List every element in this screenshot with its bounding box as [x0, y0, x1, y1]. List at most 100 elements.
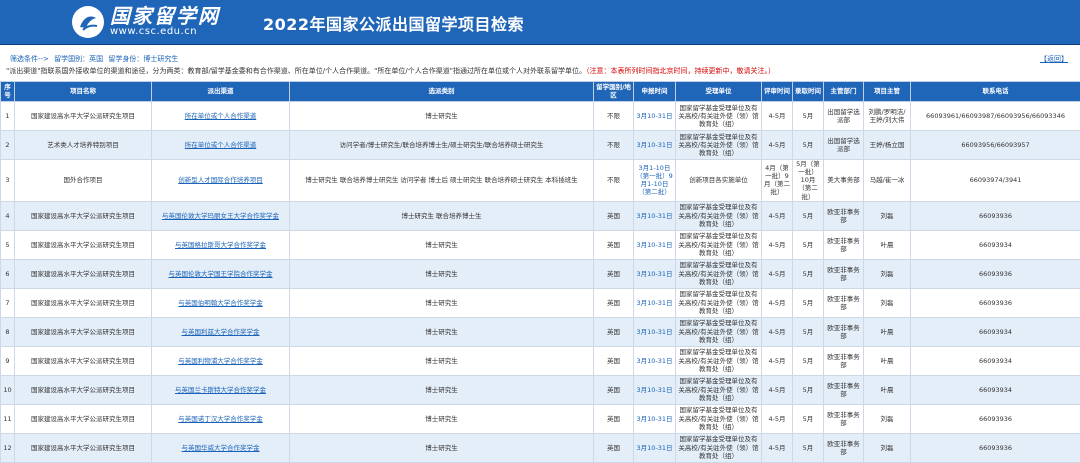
- cell-dept: 欧亚非事务部: [824, 230, 864, 259]
- cell-country: 英国: [594, 375, 634, 404]
- col-review-time: 评审时间: [762, 82, 793, 102]
- cell-manager: 刘磊: [864, 288, 911, 317]
- cell-phone: 66093974/3941: [911, 160, 1080, 202]
- cell-manager: 刘磊: [864, 433, 911, 462]
- col-phone: 联系电话: [911, 82, 1080, 102]
- cell-accept-unit: 创新项目各实施单位: [676, 160, 762, 202]
- col-dept: 主管部门: [824, 82, 864, 102]
- cell-channel-link[interactable]: 与英国格拉斯哥大学合作奖学金: [152, 230, 290, 259]
- col-manager: 项目主管: [864, 82, 911, 102]
- cell-phone: 66093961/66093987/66093956/66093346: [911, 102, 1080, 131]
- cell-dept: 欧亚非事务部: [824, 288, 864, 317]
- table-row: 12国家建设高水平大学公派研究生项目与英国华威大学合作奖学金博士研究生英国3月1…: [1, 433, 1080, 462]
- cell-admit-time: 5月: [793, 259, 824, 288]
- cell-apply-time: 3月10-31日: [634, 259, 676, 288]
- cell-country: 英国: [594, 346, 634, 375]
- cell-row-no: 9: [1, 346, 15, 375]
- cell-phone: 66093934: [911, 317, 1080, 346]
- cell-accept-unit: 国家留学基金受理单位及有关高校/有关驻外使（领）馆教育处（组）: [676, 346, 762, 375]
- cell-dept: 欧亚非事务部: [824, 201, 864, 230]
- cell-review-time: 4-5月: [762, 375, 793, 404]
- note-warning: （注意：本表所列时间指北京时间，持续更新中，敬请关注。）: [586, 67, 775, 75]
- cell-project-name: 艺术类人才培养特别项目: [15, 131, 152, 160]
- cell-manager: 叶晨: [864, 317, 911, 346]
- table-row: 5国家建设高水平大学公派研究生项目与英国格拉斯哥大学合作奖学金博士研究生英国3月…: [1, 230, 1080, 259]
- cell-review-time: 4-5月: [762, 102, 793, 131]
- cell-admit-time: 5月: [793, 346, 824, 375]
- cell-manager: 叶晨: [864, 230, 911, 259]
- cell-channel-link[interactable]: 与英国华威大学合作奖学金: [152, 433, 290, 462]
- cell-channel-link[interactable]: 与英国伦敦大学玛丽女王大学合作奖学金: [152, 201, 290, 230]
- logo-url: www.csc.edu.cn: [110, 27, 220, 38]
- cell-review-time: 4-5月: [762, 259, 793, 288]
- cell-project-name: 国家建设高水平大学公派研究生项目: [15, 201, 152, 230]
- cell-admit-time: 5月: [793, 201, 824, 230]
- cell-phone: 66093936: [911, 288, 1080, 317]
- cell-country: 不限: [594, 160, 634, 202]
- back-link[interactable]: 【返回】: [1040, 54, 1068, 64]
- cell-channel-link[interactable]: 与英国伯明翰大学合作奖学金: [152, 288, 290, 317]
- cell-apply-time: 3月10-31日: [634, 288, 676, 317]
- cell-project-name: 国家建设高水平大学公派研究生项目: [15, 375, 152, 404]
- cell-country: 英国: [594, 288, 634, 317]
- cell-channel-link[interactable]: 与英国利物浦大学合作奖学金: [152, 346, 290, 375]
- cell-project-name: 国家建设高水平大学公派研究生项目: [15, 433, 152, 462]
- cell-dept: 欧亚非事务部: [824, 259, 864, 288]
- cell-category: 博士研究生 联合培养博士研究生 访问学者 博士后 硕士研究生 联合培养硕士研究生…: [290, 160, 594, 202]
- cell-admit-time: 5月（第一批）10月（第二批）: [793, 160, 824, 202]
- cell-country: 英国: [594, 433, 634, 462]
- cell-phone: 66093934: [911, 346, 1080, 375]
- cell-row-no: 5: [1, 230, 15, 259]
- site-header: 国家留学网 www.csc.edu.cn 2022年国家公派出国留学项目检索: [0, 0, 1080, 45]
- results-table: 序号 项目名称 派出渠道 选派类别 留学国别/地区 申报时间 受理单位 评审时间…: [0, 81, 1080, 463]
- cell-row-no: 2: [1, 131, 15, 160]
- cell-phone: 66093936: [911, 201, 1080, 230]
- cell-channel-link[interactable]: 创新型人才国际合作培养项目: [152, 160, 290, 202]
- cell-country: 英国: [594, 201, 634, 230]
- cell-phone: 66093936: [911, 404, 1080, 433]
- cell-dept: 欧亚非事务部: [824, 404, 864, 433]
- cell-apply-time: 3月10-31日: [634, 102, 676, 131]
- filter-breadcrumb: 筛选条件--> 留学国别：英国 留学身份：博士研究生: [10, 54, 181, 64]
- cell-category: 博士研究生: [290, 404, 594, 433]
- cell-category: 博士研究生: [290, 288, 594, 317]
- cell-manager: 刘磊: [864, 259, 911, 288]
- cell-apply-time: 3月10-31日: [634, 433, 676, 462]
- cell-accept-unit: 国家留学基金受理单位及有关高校/有关驻外使（领）馆教育处（组）: [676, 433, 762, 462]
- col-name: 项目名称: [15, 82, 152, 102]
- cell-review-time: 4-5月: [762, 433, 793, 462]
- col-channel: 派出渠道: [152, 82, 290, 102]
- cell-channel-link[interactable]: 与英国诺丁汉大学合作奖学金: [152, 404, 290, 433]
- cell-channel-link[interactable]: 与英国兰卡斯特大学合作奖学金: [152, 375, 290, 404]
- cell-phone: 66093934: [911, 230, 1080, 259]
- cell-project-name: 国家建设高水平大学公派研究生项目: [15, 259, 152, 288]
- cell-admit-time: 5月: [793, 102, 824, 131]
- cell-category: 博士研究生: [290, 375, 594, 404]
- cell-category: 博士研究生: [290, 317, 594, 346]
- table-row: 2艺术类人才培养特别项目所在单位或个人合作渠道访问学者/博士研究生/联合培养博士…: [1, 131, 1080, 160]
- cell-row-no: 8: [1, 317, 15, 346]
- cell-channel-link[interactable]: 与英国利兹大学合作奖学金: [152, 317, 290, 346]
- table-row: 11国家建设高水平大学公派研究生项目与英国诺丁汉大学合作奖学金博士研究生英国3月…: [1, 404, 1080, 433]
- cell-project-name: 国外合作项目: [15, 160, 152, 202]
- cell-apply-time: 3月10-31日: [634, 230, 676, 259]
- cell-channel-link[interactable]: 与英国伦敦大学国王学院合作奖学金: [152, 259, 290, 288]
- cell-manager: 马越/崔一冰: [864, 160, 911, 202]
- cell-admit-time: 5月: [793, 433, 824, 462]
- table-row: 1国家建设高水平大学公派研究生项目所在单位或个人合作渠道博士研究生不限3月10-…: [1, 102, 1080, 131]
- cell-country: 英国: [594, 404, 634, 433]
- cell-channel-link[interactable]: 所在单位或个人合作渠道: [152, 102, 290, 131]
- cell-category: 博士研究生 联合培养博士生: [290, 201, 594, 230]
- filter-identity: 留学身份：博士研究生: [108, 55, 178, 63]
- col-apply-time: 申报时间: [634, 82, 676, 102]
- filter-country: 留学国别：英国: [54, 55, 103, 63]
- site-logo[interactable]: 国家留学网 www.csc.edu.cn: [72, 4, 222, 40]
- cell-country: 英国: [594, 259, 634, 288]
- table-row: 9国家建设高水平大学公派研究生项目与英国利物浦大学合作奖学金博士研究生英国3月1…: [1, 346, 1080, 375]
- cell-admit-time: 5月: [793, 375, 824, 404]
- cell-accept-unit: 国家留学基金受理单位及有关高校/有关驻外使（领）馆教育处（组）: [676, 375, 762, 404]
- cell-row-no: 12: [1, 433, 15, 462]
- table-row: 8国家建设高水平大学公派研究生项目与英国利兹大学合作奖学金博士研究生英国3月10…: [1, 317, 1080, 346]
- cell-channel-link[interactable]: 所在单位或个人合作渠道: [152, 131, 290, 160]
- cell-apply-time: 3月10-31日: [634, 346, 676, 375]
